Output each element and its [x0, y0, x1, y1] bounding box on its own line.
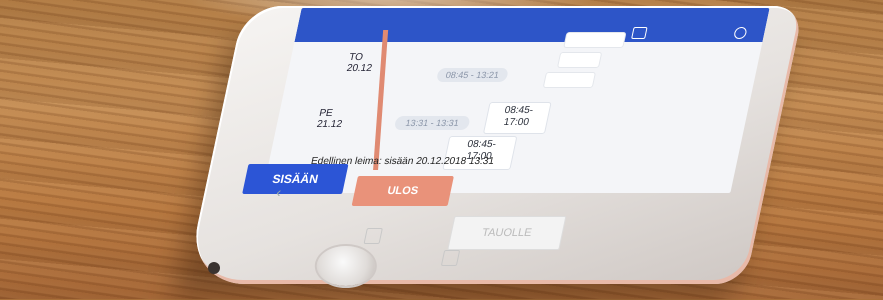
clock-in-button[interactable]: SISÄÄN — [242, 164, 349, 194]
day-date: 21.12 — [315, 119, 344, 130]
empty-cell[interactable] — [556, 52, 603, 68]
shift-time-box[interactable]: 08:45- 17:00 — [482, 102, 552, 134]
header-cell — [563, 32, 627, 48]
home-button-icon[interactable] — [316, 246, 375, 286]
day-date: 20.12 — [345, 63, 374, 74]
calendar-icon[interactable] — [631, 27, 648, 39]
day-name: TO — [347, 52, 365, 63]
clock-out-button[interactable]: ULOS — [351, 176, 454, 206]
break-button[interactable]: TAUOLLE — [447, 216, 567, 250]
day-label-pe: PE 21.12 — [316, 108, 346, 130]
timeline-bar — [373, 30, 389, 170]
book-icon[interactable] — [440, 250, 461, 266]
user-add-icon[interactable] — [733, 27, 748, 39]
work-period-pill[interactable]: 13:31 - 13:31 — [393, 116, 471, 130]
app-header — [294, 24, 767, 42]
status-bar — [298, 8, 770, 24]
smartphone: TO 20.12 PE 21.12 08:45 - 13:21 13:31 - … — [185, 6, 805, 286]
headphone-jack — [208, 262, 220, 274]
day-name: PE — [318, 108, 334, 119]
share-icon[interactable] — [363, 228, 383, 244]
work-period-pill[interactable]: 08:45 - 13:21 — [435, 68, 509, 82]
empty-cell[interactable] — [542, 72, 597, 88]
day-label-to: TO 20.12 — [346, 52, 376, 74]
